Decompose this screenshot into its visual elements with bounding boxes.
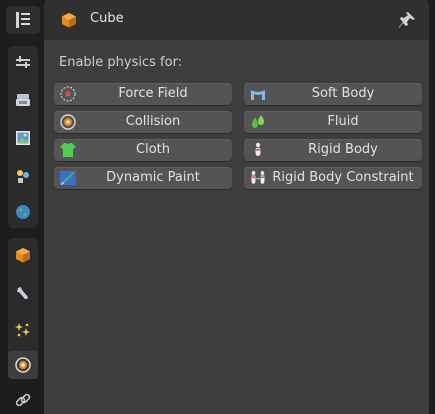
tab-render[interactable] [8, 86, 38, 114]
force-field-button[interactable]: Force Field [54, 83, 232, 105]
tab-modifiers[interactable] [8, 279, 38, 307]
physics-panel: Enable physics for: Force Field Soft Bod… [44, 40, 429, 414]
dynamic-paint-icon [60, 171, 76, 185]
object-name: Cube [90, 11, 124, 26]
rigid-body-constraint-label: Rigid Body Constraint [272, 170, 414, 185]
fluid-label: Fluid [327, 114, 359, 129]
tab-view-layer[interactable] [8, 162, 38, 190]
tab-particles[interactable] [8, 316, 38, 344]
constraint-icon [15, 393, 31, 407]
soft-body-button[interactable]: Soft Body [244, 83, 422, 105]
properties-editor: Cube Enable physics for: Force Field Sof… [0, 0, 435, 414]
tab-physics[interactable] [8, 351, 38, 379]
physics-icon [15, 357, 31, 373]
world-icon [16, 205, 30, 219]
tab-world[interactable] [8, 198, 38, 226]
fluid-icon [252, 115, 264, 128]
force-field-label: Force Field [118, 86, 188, 101]
render-icon [16, 94, 30, 106]
soft-body-icon [251, 90, 265, 100]
fluid-button[interactable]: Fluid [244, 111, 422, 133]
cloth-label: Cloth [136, 142, 170, 157]
collision-icon [60, 114, 76, 130]
collision-button[interactable]: Collision [54, 111, 232, 133]
properties-editor-icon [16, 12, 30, 28]
rigid-body-constraint-button[interactable]: Rigid Body Constraint [244, 167, 422, 189]
dynamic-paint-label: Dynamic Paint [106, 170, 200, 185]
rigid-body-button[interactable]: Rigid Body [244, 139, 422, 161]
wrench-icon [17, 287, 28, 299]
tool-icon [16, 56, 30, 68]
dynamic-paint-button[interactable]: Dynamic Paint [54, 167, 232, 189]
tab-constraints[interactable] [8, 386, 38, 414]
tab-output[interactable] [8, 124, 38, 152]
properties-header: Cube [44, 0, 429, 40]
rigid-body-label: Rigid Body [308, 142, 378, 157]
enable-physics-label: Enable physics for: [59, 55, 183, 70]
rigid-body-icon [255, 142, 261, 156]
scene-icon [17, 170, 29, 183]
collision-label: Collision [125, 114, 181, 129]
cloth-icon [60, 143, 76, 157]
soft-body-label: Soft Body [311, 86, 375, 101]
pin-icon[interactable] [397, 10, 417, 30]
force-field-icon [60, 86, 76, 102]
tab-object[interactable] [8, 241, 38, 269]
object-cube-icon [62, 13, 76, 28]
particles-icon [15, 323, 30, 337]
tab-tool[interactable] [8, 48, 38, 76]
properties-tab-bar [0, 0, 44, 414]
editor-type-button[interactable] [6, 6, 40, 34]
cloth-button[interactable]: Cloth [54, 139, 232, 161]
region-border [429, 0, 435, 414]
object-icon [16, 248, 30, 263]
rigid-body-constraint-icon [251, 171, 265, 184]
output-icon [16, 131, 30, 145]
